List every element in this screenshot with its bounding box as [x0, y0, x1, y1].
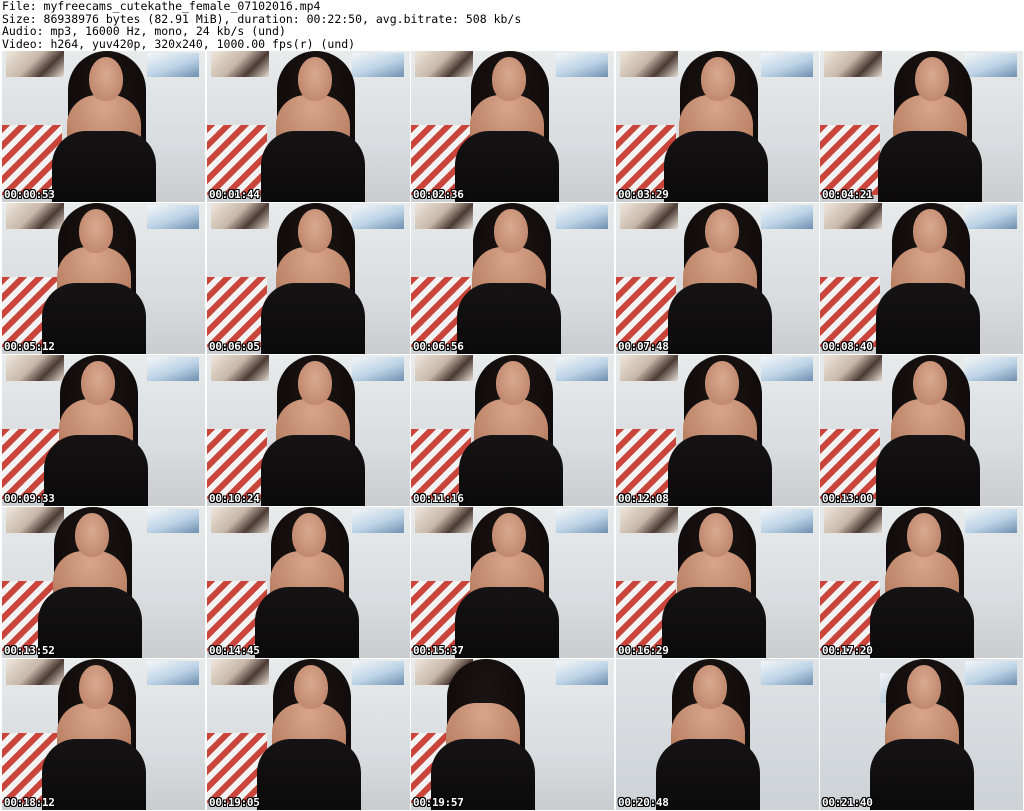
thumbnail-timestamp: 00:03:29	[618, 188, 669, 201]
thumbnail-timestamp: 00:15:37	[413, 644, 464, 657]
video-thumbnail: 00:19:05	[207, 659, 410, 810]
thumbnail-frame-image	[207, 507, 410, 658]
video-thumbnail: 00:03:29	[616, 51, 819, 202]
video-info-line: Video: h264, yuv420p, 320x240, 1000.00 f…	[2, 36, 356, 51]
thumbnail-frame-image	[2, 51, 205, 202]
video-thumbnail: 00:12:08	[616, 355, 819, 506]
thumbnail-timestamp: 00:01:44	[209, 188, 260, 201]
thumbnail-timestamp: 00:18:12	[4, 796, 55, 809]
thumbnail-timestamp: 00:12:08	[618, 492, 669, 505]
thumbnail-frame-image	[411, 355, 614, 506]
thumbnail-timestamp: 00:07:48	[618, 340, 669, 353]
video-thumbnail: 00:14:45	[207, 507, 410, 658]
thumbnail-timestamp: 00:08:40	[822, 340, 873, 353]
thumbnail-frame-image	[820, 659, 1023, 810]
video-thumbnail: 00:07:48	[616, 203, 819, 354]
video-thumbnail: 00:09:33	[2, 355, 205, 506]
video-thumbnail: 00:21:40	[820, 659, 1023, 810]
video-thumbnail: 00:19:57	[411, 659, 614, 810]
thumbnail-timestamp: 00:14:45	[209, 644, 260, 657]
thumbnail-frame-image	[820, 507, 1023, 658]
thumbnail-frame-image	[616, 659, 819, 810]
thumbnail-timestamp: 00:17:20	[822, 644, 873, 657]
thumbnail-frame-image	[207, 355, 410, 506]
thumbnail-frame-image	[207, 659, 410, 810]
thumbnail-grid: 00:00:53 00:01:44 00:02:36 00:03:29 00:04:21…	[0, 50, 1024, 811]
thumbnail-timestamp: 00:20:48	[618, 796, 669, 809]
video-thumbnail: 00:10:24	[207, 355, 410, 506]
thumbnail-timestamp: 00:11:16	[413, 492, 464, 505]
file-name-line: File: myfreecams_cutekathe_female_071020…	[2, 0, 321, 13]
thumbnail-frame-image	[616, 507, 819, 658]
thumbnail-frame-image	[2, 203, 205, 354]
file-info-header: File: myfreecams_cutekathe_female_071020…	[2, 0, 1022, 50]
thumbnail-timestamp: 00:00:53	[4, 188, 55, 201]
thumbnail-timestamp: 00:16:29	[618, 644, 669, 657]
video-thumbnail: 00:13:00	[820, 355, 1023, 506]
thumbnail-frame-image	[207, 51, 410, 202]
thumbnail-frame-image	[616, 51, 819, 202]
thumbnail-frame-image	[820, 355, 1023, 506]
thumbnail-frame-image	[411, 507, 614, 658]
audio-info-line: Audio: mp3, 16000 Hz, mono, 24 kb/s (und…	[2, 24, 286, 38]
thumbnail-timestamp: 00:19:57	[413, 796, 464, 809]
video-thumbnail: 00:08:40	[820, 203, 1023, 354]
video-thumbnail: 00:15:37	[411, 507, 614, 658]
video-thumbnail: 00:20:48	[616, 659, 819, 810]
video-thumbnail: 00:00:53	[2, 51, 205, 202]
thumbnail-frame-image	[820, 203, 1023, 354]
video-thumbnail: 00:16:29	[616, 507, 819, 658]
thumbnail-timestamp: 00:02:36	[413, 188, 464, 201]
video-thumbnail: 00:02:36	[411, 51, 614, 202]
video-thumbnail: 00:04:21	[820, 51, 1023, 202]
thumbnail-frame-image	[411, 659, 614, 810]
thumbnail-frame-image	[2, 355, 205, 506]
thumbnail-frame-image	[207, 203, 410, 354]
thumbnail-timestamp: 00:19:05	[209, 796, 260, 809]
thumbnail-timestamp: 00:13:52	[4, 644, 55, 657]
video-thumbnail: 00:11:16	[411, 355, 614, 506]
thumbnail-frame-image	[820, 51, 1023, 202]
thumbnail-timestamp: 00:04:21	[822, 188, 873, 201]
thumbnail-timestamp: 00:21:40	[822, 796, 873, 809]
video-thumbnail: 00:01:44	[207, 51, 410, 202]
video-thumbnail: 00:05:12	[2, 203, 205, 354]
thumbnail-frame-image	[411, 203, 614, 354]
thumbnail-frame-image	[2, 507, 205, 658]
thumbnail-timestamp: 00:13:00	[822, 492, 873, 505]
video-thumbnail: 00:18:12	[2, 659, 205, 810]
video-thumbnail: 00:17:20	[820, 507, 1023, 658]
video-thumbnail: 00:06:56	[411, 203, 614, 354]
thumbnail-frame-image	[616, 355, 819, 506]
thumbnail-frame-image	[2, 659, 205, 810]
thumbnail-timestamp: 00:09:33	[4, 492, 55, 505]
video-thumbnail: 00:06:05	[207, 203, 410, 354]
thumbnail-frame-image	[616, 203, 819, 354]
thumbnail-timestamp: 00:05:12	[4, 340, 55, 353]
thumbnail-frame-image	[411, 51, 614, 202]
thumbnail-timestamp: 00:06:05	[209, 340, 260, 353]
thumbnail-timestamp: 00:06:56	[413, 340, 464, 353]
video-thumbnail: 00:13:52	[2, 507, 205, 658]
thumbnail-timestamp: 00:10:24	[209, 492, 260, 505]
